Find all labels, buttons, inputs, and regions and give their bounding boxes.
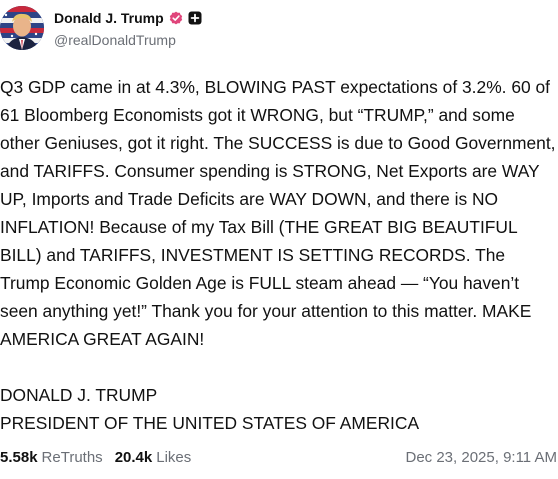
verified-badge-icon <box>169 11 183 25</box>
retruths-label[interactable]: ReTruths <box>42 449 103 466</box>
likes-count[interactable]: 20.4k <box>115 449 153 466</box>
retruths-count[interactable]: 5.58k <box>0 449 38 466</box>
profile-avatar-icon <box>0 6 44 50</box>
avatar[interactable] <box>0 6 44 50</box>
post-timestamp[interactable]: Dec 23, 2025, 9:11 AM <box>406 449 558 466</box>
name-row: Donald J. Trump <box>54 10 202 26</box>
post-stats: 5.58k ReTruths 20.4k Likes <box>0 449 191 466</box>
handle[interactable]: @realDonaldTrump <box>54 32 176 48</box>
display-name[interactable]: Donald J. Trump <box>54 10 164 26</box>
post-text: Q3 GDP came in at 4.3%, BLOWING PAST exp… <box>0 77 556 433</box>
post-header: Donald J. Trump @realDonaldTrump <box>0 4 558 50</box>
add-plus-icon[interactable] <box>188 11 202 25</box>
likes-label[interactable]: Likes <box>156 449 191 466</box>
